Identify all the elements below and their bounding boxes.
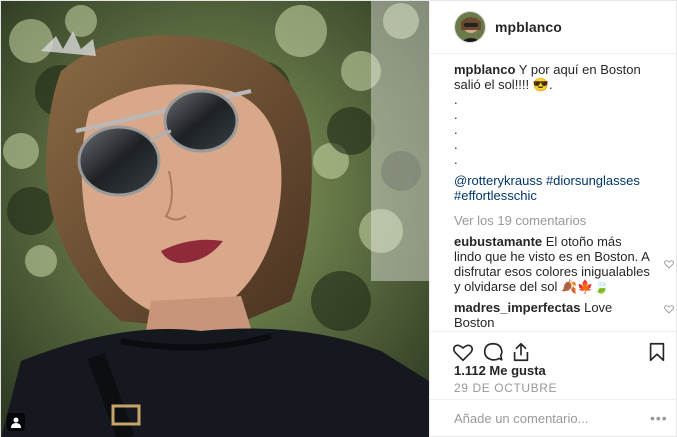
comment-item: eubustamante El otoño más lindo que he v… [454,234,674,294]
caption-dot: . [454,107,458,122]
caption-dot: . [454,152,458,167]
header-username[interactable]: mpblanco [495,19,562,35]
selfie-image [1,1,429,437]
heart-icon[interactable] [452,341,474,363]
caption-hashtags[interactable]: @rotterykrauss #diorsunglasses #effortle… [454,173,670,203]
add-comment-input[interactable] [454,408,634,428]
comment-username[interactable]: madres_imperfectas [454,300,580,315]
caption-dot: . [454,137,458,152]
caption-dot: . [454,122,458,137]
comment-item: madres_imperfectas Love Boston [454,300,674,330]
user-tag-icon[interactable] [7,413,25,431]
caption: mpblanco Y por aquí en Boston salió el s… [454,62,670,92]
comment-bubble-icon[interactable] [482,341,504,363]
avatar[interactable] [454,11,486,43]
post-sidebar: mpblanco mpblanco Y por aquí en Boston s… [429,1,677,437]
caption-dots: . . . . . [454,92,670,167]
instagram-post: mpblanco mpblanco Y por aquí en Boston s… [0,0,677,437]
likes-count[interactable]: 1.112 Me gusta [454,363,546,378]
caption-username[interactable]: mpblanco [454,62,515,77]
share-icon[interactable] [510,341,532,363]
add-comment-bar: ••• [430,399,677,437]
comment-like-icon[interactable] [664,304,674,314]
caption-dot: . [454,92,458,107]
comment-like-icon[interactable] [664,259,674,269]
more-options-icon[interactable]: ••• [650,411,668,425]
post-header: mpblanco [430,1,677,54]
post-date[interactable]: 29 DE OCTUBRE [454,381,557,395]
bookmark-icon[interactable] [646,341,668,363]
post-photo[interactable] [1,1,429,437]
view-all-comments-link[interactable]: Ver los 19 comentarios [454,213,670,228]
comment-username[interactable]: eubustamante [454,234,542,249]
comments-section: mpblanco Y por aquí en Boston salió el s… [454,62,674,330]
